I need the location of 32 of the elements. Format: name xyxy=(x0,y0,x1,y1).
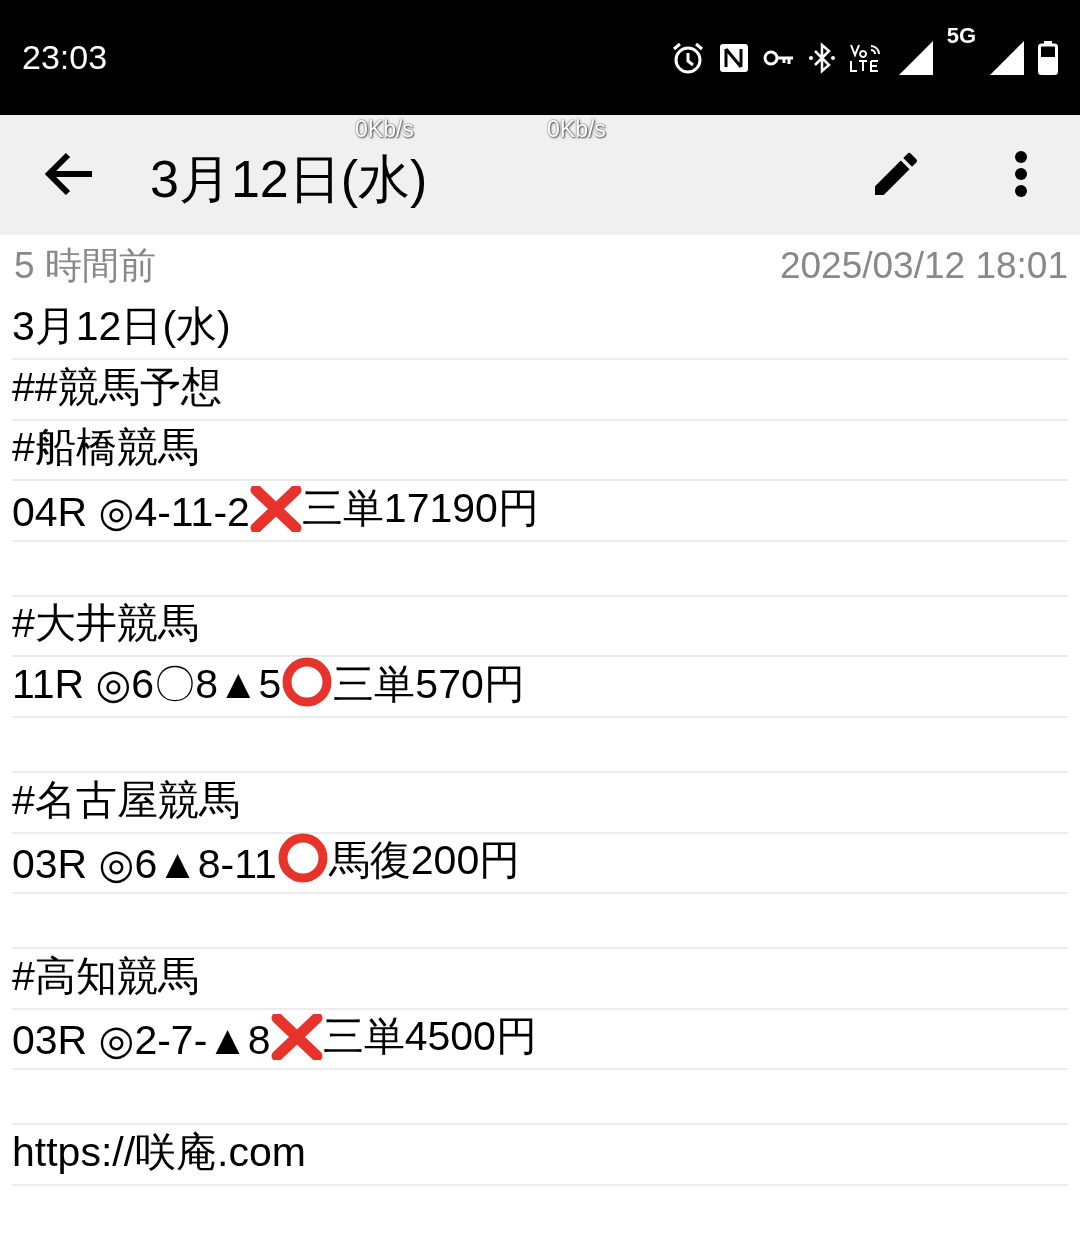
alarm-clock-icon xyxy=(670,40,705,75)
note-text: 03R ◎6▲8-11 xyxy=(12,840,277,889)
clock-time: 23:03 xyxy=(22,38,109,77)
timestamp: 2025/03/12 18:01 xyxy=(779,245,1068,287)
cross-mark-icon xyxy=(270,1014,323,1061)
note-text: https://咲庵.com xyxy=(12,1127,306,1177)
note-text: 3月12日(水) xyxy=(12,302,231,351)
cross-mark-icon xyxy=(249,485,302,532)
signal-icon xyxy=(990,40,1024,75)
circle-mark-icon xyxy=(281,655,334,708)
page-title: 3月12日(水) xyxy=(150,151,428,209)
note-text: #船橋競馬 xyxy=(12,423,199,473)
note-text: ##競馬予想 xyxy=(12,362,222,412)
battery-icon xyxy=(1038,40,1058,75)
note-text: 馬復200円 xyxy=(328,836,521,886)
note-text: #高知競馬 xyxy=(12,951,199,1001)
note-text: 11R ◎6〇8▲5 xyxy=(12,659,282,709)
signal-icon xyxy=(898,40,933,75)
note-text: 三単570円 xyxy=(333,659,525,709)
network-speed-text: 0Kb/s xyxy=(547,118,606,141)
note-text: 03R ◎2-7-▲8 xyxy=(12,1016,271,1065)
note-text: 三単17190円 xyxy=(301,483,539,533)
network-type-label: 5G xyxy=(946,22,976,49)
note-text: 三単4500円 xyxy=(322,1012,537,1062)
note-text: #名古屋競馬 xyxy=(12,775,240,825)
note-text: 04R ◎4-11-2 xyxy=(12,487,250,536)
nfc-icon xyxy=(718,42,749,73)
bluetooth-icon xyxy=(808,41,835,74)
circle-mark-icon xyxy=(276,832,329,885)
network-speed-text: 0Kb/s xyxy=(355,118,414,141)
note-text: #大井競馬 xyxy=(12,599,199,649)
relative-time: 5 時間前 xyxy=(14,244,156,288)
